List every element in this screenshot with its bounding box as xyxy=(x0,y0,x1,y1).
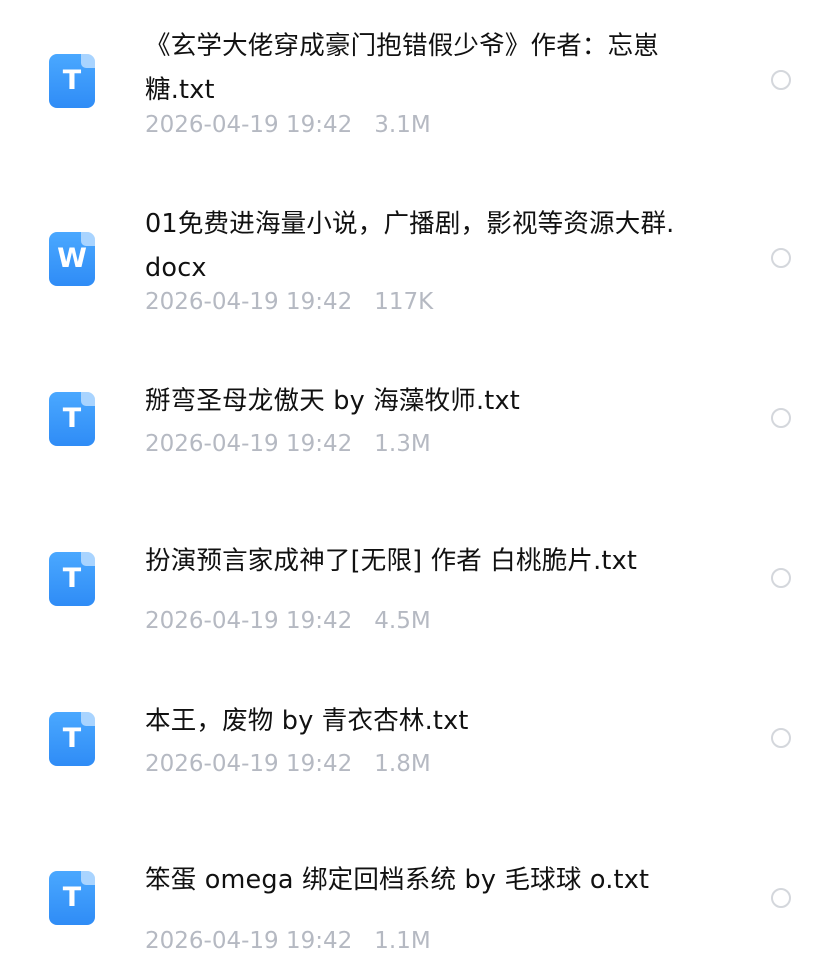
file-size: 1.1M xyxy=(374,928,431,954)
file-name: 笨蛋 omega 绑定回档系统 by 毛球球 o.txt xyxy=(145,865,650,895)
file-meta: 2026-04-19 19:42 3.1M xyxy=(145,110,431,140)
file-row[interactable]: T 笨蛋 omega 绑定回档系统 by 毛球球 o.txt 2026-04-1… xyxy=(0,820,828,968)
file-size: 3.1M xyxy=(374,112,431,138)
file-size: 1.3M xyxy=(374,431,431,457)
file-icon-letter: T xyxy=(62,563,82,594)
file-name: 本王，废物 by 青衣杏林.txt xyxy=(145,706,469,736)
file-row[interactable]: T 扮演预言家成神了[无限] 作者 白桃脆片.txt 2026-04-19 19… xyxy=(0,500,828,660)
select-radio-button[interactable] xyxy=(771,70,791,90)
docx-file-icon: W xyxy=(49,232,95,286)
file-icon-letter: T xyxy=(62,65,82,96)
file-meta: 2026-04-19 19:42 1.8M xyxy=(145,749,431,779)
file-icon-letter: T xyxy=(62,723,82,754)
file-date: 2026-04-19 19:42 xyxy=(145,289,353,315)
file-date: 2026-04-19 19:42 xyxy=(145,751,353,777)
file-meta: 2026-04-19 19:42 1.3M xyxy=(145,429,431,459)
txt-file-icon: T xyxy=(49,54,95,108)
file-icon-letter: T xyxy=(62,882,82,913)
file-date: 2026-04-19 19:42 xyxy=(145,608,353,634)
file-row[interactable]: T 本王，废物 by 青衣杏林.txt 2026-04-19 19:42 1.8M xyxy=(0,660,828,820)
file-size: 1.8M xyxy=(374,751,431,777)
select-radio-button[interactable] xyxy=(771,248,791,268)
txt-file-icon: T xyxy=(49,712,95,766)
txt-file-icon: T xyxy=(49,871,95,925)
txt-file-icon: T xyxy=(49,392,95,446)
file-date: 2026-04-19 19:42 xyxy=(145,112,353,138)
file-icon-letter: T xyxy=(62,403,82,434)
file-row[interactable]: W 01免费进海量小说，广播剧，影视等资源大群.docx 2026-04-19 … xyxy=(0,160,828,340)
file-size: 117K xyxy=(374,289,434,315)
select-radio-button[interactable] xyxy=(771,408,791,428)
select-radio-button[interactable] xyxy=(771,568,791,588)
file-meta: 2026-04-19 19:42 117K xyxy=(145,287,433,317)
file-icon-letter: W xyxy=(57,243,87,274)
file-row[interactable]: T 掰弯圣母龙傲天 by 海藻牧师.txt 2026-04-19 19:42 1.… xyxy=(0,340,828,500)
file-size: 4.5M xyxy=(374,608,431,634)
file-name: 掰弯圣母龙傲天 by 海藻牧师.txt xyxy=(145,386,520,416)
file-date: 2026-04-19 19:42 xyxy=(145,928,353,954)
file-list: T 《玄学大佬穿成豪门抱错假少爷》作者：忘崽糖.txt 2026-04-19 1… xyxy=(0,0,828,968)
file-meta: 2026-04-19 19:42 1.1M xyxy=(145,926,431,956)
select-radio-button[interactable] xyxy=(771,888,791,908)
file-name: 01免费进海量小说，广播剧，影视等资源大群.docx xyxy=(145,209,675,283)
file-row[interactable]: T 《玄学大佬穿成豪门抱错假少爷》作者：忘崽糖.txt 2026-04-19 1… xyxy=(0,0,828,160)
txt-file-icon: T xyxy=(49,552,95,606)
select-radio-button[interactable] xyxy=(771,728,791,748)
file-meta: 2026-04-19 19:42 4.5M xyxy=(145,606,431,636)
file-name: 扮演预言家成神了[无限] 作者 白桃脆片.txt xyxy=(145,546,638,576)
file-name: 《玄学大佬穿成豪门抱错假少爷》作者：忘崽糖.txt xyxy=(145,31,660,105)
file-date: 2026-04-19 19:42 xyxy=(145,431,353,457)
